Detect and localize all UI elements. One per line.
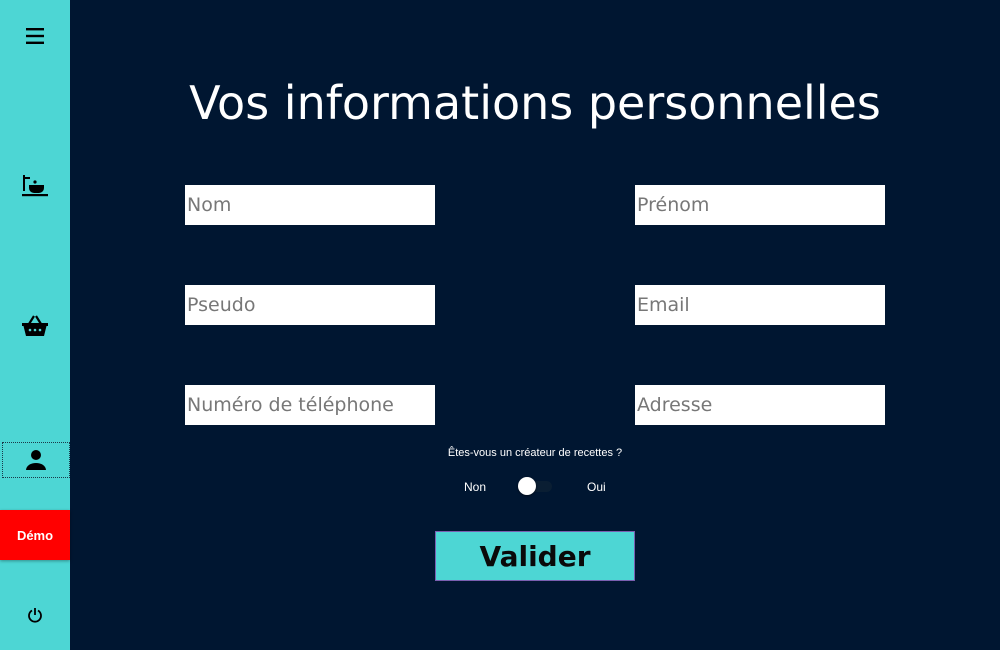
creator-question: Êtes-vous un créateur de recettes ? bbox=[447, 447, 623, 459]
basket-icon[interactable] bbox=[0, 308, 70, 344]
cooking-icon[interactable] bbox=[0, 168, 70, 204]
menu-icon[interactable] bbox=[0, 20, 70, 52]
telephone-input[interactable] bbox=[185, 385, 435, 425]
user-icon[interactable] bbox=[2, 442, 70, 478]
toggle-on-label: Oui bbox=[587, 480, 606, 494]
creator-toggle[interactable] bbox=[518, 477, 552, 495]
power-icon[interactable] bbox=[0, 600, 70, 630]
email-input[interactable] bbox=[635, 285, 885, 325]
pseudo-input[interactable] bbox=[185, 285, 435, 325]
submit-button[interactable]: Valider bbox=[435, 531, 635, 581]
toggle-off-label: Non bbox=[464, 480, 487, 494]
page-title: Vos informations personnelles bbox=[189, 76, 881, 130]
nom-input[interactable] bbox=[185, 185, 435, 225]
adresse-input[interactable] bbox=[635, 385, 885, 425]
toggle-knob[interactable] bbox=[518, 477, 536, 495]
sidebar: Démo bbox=[0, 0, 70, 650]
demo-button[interactable]: Démo bbox=[0, 510, 70, 560]
prenom-input[interactable] bbox=[635, 185, 885, 225]
